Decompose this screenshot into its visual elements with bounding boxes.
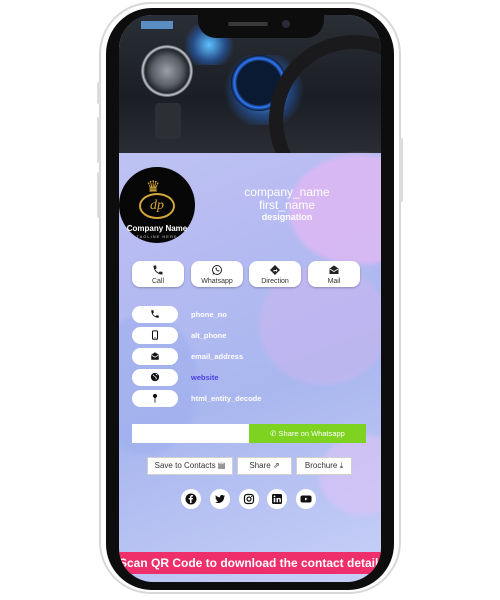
logo-monogram: dp: [139, 193, 175, 219]
linkedin-icon: [272, 494, 282, 504]
share-on-whatsapp-label: Share on Whatsapp: [278, 429, 345, 438]
phone-side-button: [97, 82, 101, 104]
contact-card-icon: ▤: [217, 461, 226, 470]
direction-icon: [249, 263, 301, 277]
instagram-link[interactable]: [239, 489, 259, 509]
youtube-icon: [300, 495, 312, 503]
profile-identity: company_name first_name designation: [227, 186, 347, 223]
phone-side-button: [97, 117, 101, 163]
whatsapp-button[interactable]: Whatsapp: [191, 261, 243, 287]
phone-number[interactable]: phone_no: [191, 310, 227, 319]
banner-display: [141, 21, 173, 29]
save-to-contacts-label: Save to Contacts: [154, 461, 216, 470]
youtube-link[interactable]: [296, 489, 316, 509]
instagram-icon: [243, 493, 255, 505]
whatsapp-label: Whatsapp: [201, 278, 233, 285]
direction-button[interactable]: Direction: [249, 261, 301, 287]
logo-company-name: Company Name: [126, 224, 188, 233]
share-icon: ⇗: [272, 461, 280, 470]
designation: designation: [261, 212, 313, 222]
bg-blob: [319, 435, 381, 515]
phone-speaker: [228, 22, 268, 26]
qr-download-banner[interactable]: Scan QR Code to download the contact det…: [119, 552, 381, 574]
linkedin-link[interactable]: [267, 489, 287, 509]
phone-side-button: [97, 172, 101, 218]
whatsapp-icon: [191, 263, 243, 277]
mail-button[interactable]: Mail: [308, 261, 360, 287]
whatsapp-number-input[interactable]: [132, 424, 249, 443]
contact-pill: [132, 327, 178, 344]
email-address[interactable]: email_address: [191, 352, 243, 361]
website-link[interactable]: website: [191, 373, 219, 382]
whatsapp-icon: ✆: [270, 429, 277, 438]
call-label: Call: [151, 278, 165, 285]
logo-tagline: TAGLINE HERE: [136, 234, 178, 239]
mail-icon: [308, 263, 360, 277]
banner-air-vent: [141, 45, 193, 97]
card-screen: ♛ dp Company Name TAGLINE HERE company_n…: [119, 15, 381, 582]
mail-label: Mail: [327, 278, 341, 285]
facebook-link[interactable]: [181, 489, 201, 509]
contact-pill: [132, 306, 178, 323]
phone-icon: [132, 263, 184, 277]
twitter-link[interactable]: [210, 489, 230, 509]
map-pin-icon: [152, 393, 158, 403]
phone-side-button: [399, 138, 403, 202]
brochure-button[interactable]: Brochure ⤓: [296, 457, 352, 475]
phone-camera: [282, 20, 290, 28]
brochure-label: Brochure: [304, 461, 338, 470]
envelope-icon: [151, 352, 159, 360]
contact-pill: [132, 390, 178, 407]
download-icon: ⤓: [339, 461, 344, 470]
direction-label: Direction: [261, 278, 289, 285]
banner-steering-wheel: [269, 35, 381, 153]
share-button[interactable]: Share ⇗: [237, 457, 292, 475]
contact-pill: [132, 348, 178, 365]
facebook-icon: [185, 493, 197, 505]
alt-phone-number[interactable]: alt_phone: [191, 331, 226, 340]
contact-pill: [132, 369, 178, 386]
banner-controls: [155, 103, 181, 139]
phone-icon: [151, 310, 159, 318]
save-to-contacts-button[interactable]: Save to Contacts ▤: [147, 457, 233, 475]
globe-icon: [150, 372, 160, 382]
first-name: first_name: [258, 198, 316, 212]
mobile-icon: [151, 330, 159, 340]
twitter-icon: [215, 494, 226, 504]
call-button[interactable]: Call: [132, 261, 184, 287]
address-text[interactable]: html_entity_decode: [191, 394, 261, 403]
share-label: Share: [249, 461, 271, 470]
share-on-whatsapp-button[interactable]: ✆ Share on Whatsapp: [249, 424, 366, 443]
